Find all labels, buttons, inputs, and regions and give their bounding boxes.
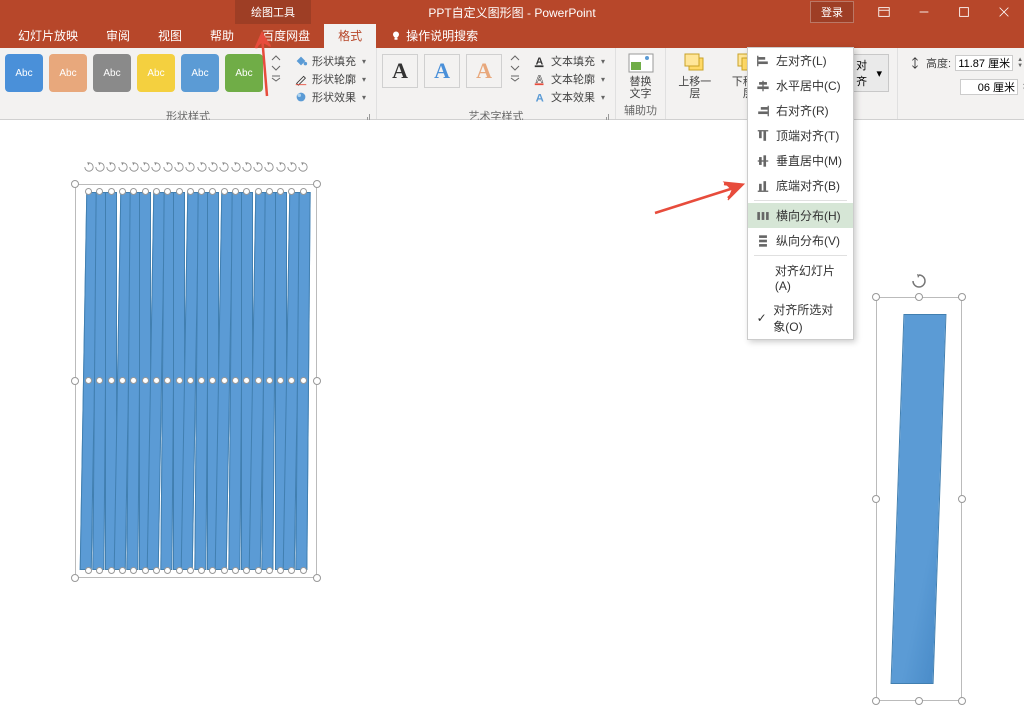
align-middle-v-icon [756,154,770,168]
login-button[interactable]: 登录 [810,1,854,23]
align-top-icon [756,129,770,143]
alt-text-icon [627,52,655,74]
group-label [902,117,1024,119]
text-outline-button[interactable]: A文本轮廓▾ [531,70,607,88]
group-shape-styles: Abc Abc Abc Abc Abc Abc 形状填充▾ 形状轮廓▾ 形状效果… [0,48,377,119]
align-left-item[interactable]: 左对齐(L) [748,48,853,73]
selected-shapes-group[interactable] [83,192,309,570]
gallery-scroll[interactable] [507,50,523,86]
shape-effects-button[interactable]: 形状效果▾ [292,88,368,106]
group-wordart-styles: A A A A文本填充▾ A文本轮廓▾ A文本效果▾ 艺术字样式 [377,48,616,119]
wordart-swatch[interactable]: A [424,54,460,88]
wordart-swatch[interactable]: A [382,54,418,88]
align-right-item[interactable]: 右对齐(R) [748,98,853,123]
ribbon: Abc Abc Abc Abc Abc Abc 形状填充▾ 形状轮廓▾ 形状效果… [0,48,1024,120]
align-bottom-item[interactable]: 底端对齐(B) [748,173,853,198]
align-center-h-item[interactable]: 水平居中(C) [748,73,853,98]
shape-outline-button[interactable]: 形状轮廓▾ [292,70,368,88]
shape-style-swatch[interactable]: Abc [181,54,219,92]
text-outline-icon: A [533,72,547,86]
shape-style-swatch[interactable]: Abc [137,54,175,92]
alt-text-button[interactable]: 替换 文字 [621,50,661,102]
tell-me-search[interactable]: 操作说明搜索 [376,23,492,48]
align-left-icon [756,54,770,68]
selection-outline [876,297,962,701]
ribbon-tabs: 幻灯片放映 审阅 视图 帮助 百度网盘 格式 操作说明搜索 [0,24,1024,48]
titlebar: 绘图工具 PPT自定义图形图 - PowerPoint 登录 [0,0,1024,24]
height-input-row: 高度: ▲▼ [906,54,1024,72]
width-input[interactable] [960,79,1018,95]
rotation-handle-icon[interactable] [911,273,927,292]
align-center-h-icon [756,79,770,93]
distribute-vertical-item[interactable]: 纵向分布(V) [748,228,853,253]
close-icon[interactable] [984,0,1024,24]
contextual-tab-drawing-tools: 绘图工具 [235,0,311,24]
tab-review[interactable]: 审阅 [92,23,144,48]
group-accessibility: 替换 文字 辅助功能 [616,48,666,119]
bucket-icon [294,54,308,68]
text-fill-button[interactable]: A文本填充▾ [531,52,607,70]
align-to-slide-item[interactable]: 对齐幻灯片(A) [748,258,853,297]
svg-text:A: A [536,92,544,104]
minimize-icon[interactable] [904,0,944,24]
distribute-h-icon [756,209,770,223]
group-size: 高度: ▲▼ ▲▼ [898,48,1024,119]
tab-view[interactable]: 视图 [144,23,196,48]
annotation-arrow [252,28,282,101]
shape-fill-button[interactable]: 形状填充▾ [292,52,368,70]
lightbulb-icon [390,30,402,42]
annotation-arrow [650,178,750,221]
distribute-v-icon [756,234,770,248]
tab-slideshow[interactable]: 幻灯片放映 [4,23,92,48]
shape-style-swatch[interactable]: Abc [5,54,43,92]
tab-format[interactable]: 格式 [324,23,376,48]
wordart-swatch[interactable]: A [466,54,502,88]
slide-canvas[interactable] [0,120,1024,632]
document-title: PPT自定义图形图 - PowerPoint [428,4,595,21]
width-input-row: ▲▼ [906,78,1024,96]
text-effects-button[interactable]: A文本效果▾ [531,88,607,106]
effects-icon [294,90,308,104]
bring-forward-button[interactable]: 上移一层 [670,50,720,102]
ribbon-display-options-icon[interactable] [864,0,904,24]
text-effects-icon: A [533,90,547,104]
align-bottom-icon [756,179,770,193]
align-right-icon [756,104,770,118]
align-top-item[interactable]: 顶端对齐(T) [748,123,853,148]
align-middle-v-item[interactable]: 垂直居中(M) [748,148,853,173]
shape-style-swatch[interactable]: Abc [93,54,131,92]
shape-style-swatch[interactable]: Abc [49,54,87,92]
tab-help[interactable]: 帮助 [196,23,248,48]
text-fill-icon: A [533,54,547,68]
distribute-horizontal-item[interactable]: 横向分布(H) [748,203,853,228]
pencil-icon [294,72,308,86]
align-to-selected-item[interactable]: ✓对齐所选对象(O) [748,297,853,339]
height-icon [908,56,922,70]
rotation-handles-row [83,162,309,172]
align-dropdown-menu: 左对齐(L) 水平居中(C) 右对齐(R) 顶端对齐(T) 垂直居中(M) 底端… [747,47,854,340]
height-input[interactable] [955,55,1013,71]
maximize-icon[interactable] [944,0,984,24]
bring-forward-icon [681,52,709,74]
